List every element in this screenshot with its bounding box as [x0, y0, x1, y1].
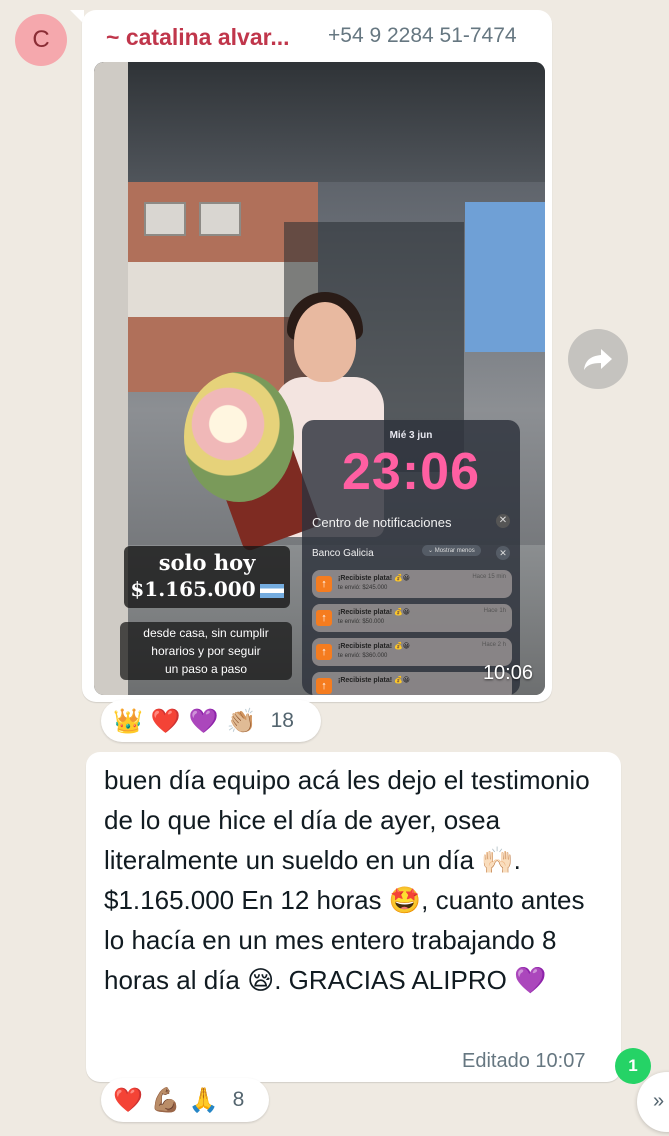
argentina-flag-icon: [259, 583, 284, 598]
bank-icon: ↑: [316, 678, 332, 694]
notification-body: te envió: $50.000: [338, 619, 385, 625]
close-icon: ✕: [496, 514, 510, 528]
promo-amount: $1.165.000: [124, 577, 290, 601]
purple-heart-emoji: 💜: [514, 965, 547, 995]
bank-app-name: Banco Galicia: [312, 548, 374, 559]
red-heart-emoji: ❤️: [113, 1086, 143, 1114]
promo-subtitle-line: un paso a paso: [164, 662, 248, 676]
message-image[interactable]: Mié 3 jun 23:06 Centro de notificaciones…: [94, 62, 545, 695]
photo-sky: [465, 202, 545, 352]
lockscreen-overlay: Mié 3 jun 23:06 Centro de notificaciones…: [302, 420, 520, 695]
photo-window: [144, 202, 186, 236]
avatar[interactable]: C: [15, 14, 67, 66]
notification-title: ¡Recibiste plata! 💰😀: [338, 677, 411, 684]
bank-icon: ↑: [316, 576, 332, 592]
notification-time: Hace 2 h: [481, 642, 506, 648]
forward-button[interactable]: [568, 329, 628, 389]
double-chevron-down-icon: »: [653, 1090, 665, 1112]
bank-notification: ↑ ¡Recibiste plata! 💰😀 te envió: $50.000…: [312, 604, 512, 632]
promo-subtitle-line: horarios y por seguir: [151, 644, 261, 658]
promo-title-overlay: solo hoy $1.165.000: [124, 546, 290, 608]
reactions-bar[interactable]: ❤️ 💪🏽 🙏 8: [101, 1078, 269, 1122]
crown-emoji: 👑: [113, 707, 143, 735]
notification-center-title: Centro de notificaciones: [312, 515, 452, 530]
reactions-bar[interactable]: 👑 ❤️ 💜 👏🏼 18: [101, 700, 321, 742]
unread-count-badge: 1: [615, 1048, 651, 1084]
notification-body: te envió: $360.000: [338, 653, 388, 659]
edited-timestamp: Editado 10:07: [462, 1050, 586, 1072]
notification-title: ¡Recibiste plata! 💰😀: [338, 609, 411, 616]
sleepy-face-emoji: 😪: [247, 965, 275, 995]
bank-icon: ↑: [316, 610, 332, 626]
photo-window: [199, 202, 241, 236]
bank-icon: ↑: [316, 644, 332, 660]
clapping-hands-emoji: 👏🏼: [226, 707, 257, 735]
reaction-count: 18: [270, 709, 294, 732]
bank-notification: ↑ ¡Recibiste plata! 💰😀 te envió: $245.00…: [312, 570, 512, 598]
reaction-count: 8: [232, 1088, 245, 1111]
purple-heart-emoji: 💜: [188, 707, 219, 735]
show-less-pill: ⌄ Mostrar menos: [422, 545, 481, 556]
star-struck-emoji: 🤩: [388, 885, 422, 915]
photo-frame: [94, 62, 128, 695]
sender-phone: +54 9 2284 51-7474: [328, 24, 517, 47]
forward-icon: [584, 349, 612, 370]
notification-title: ¡Recibiste plata! 💰😀: [338, 643, 411, 650]
sender-name[interactable]: ~ catalina alvar...: [106, 24, 289, 51]
photo-ceiling: [94, 62, 545, 182]
lockscreen-time: 23:06: [342, 443, 480, 501]
image-message-bubble[interactable]: ~ catalina alvar... +54 9 2284 51-7474 M…: [82, 10, 552, 702]
photo-flowers: [184, 372, 294, 502]
photo-person-face: [294, 302, 356, 382]
notification-title: ¡Recibiste plata! 💰😀: [338, 575, 411, 582]
image-timestamp: 10:06: [482, 662, 533, 684]
text-message-bubble[interactable]: buen día equipo acá les dejo el testimon…: [86, 752, 621, 1082]
lockscreen-date: Mié 3 jun: [389, 430, 433, 441]
folded-hands-emoji: 🙏: [188, 1086, 219, 1114]
red-heart-emoji: ❤️: [150, 707, 181, 735]
flexed-biceps-emoji: 💪🏽: [150, 1086, 181, 1114]
message-text: buen día equipo acá les dejo el testimon…: [104, 765, 590, 995]
raising-hands-emoji: 🙌🏻: [481, 845, 514, 875]
promo-title-line1: solo hoy: [158, 550, 256, 575]
notification-time: Hace 15 min: [472, 574, 506, 580]
avatar-initial: C: [32, 26, 50, 53]
promo-subtitle-overlay: desde casa, sin cumplir horarios y por s…: [120, 622, 292, 680]
notification-body: te envió: $245.000: [338, 585, 388, 591]
close-icon: ✕: [496, 546, 510, 560]
promo-subtitle-line: desde casa, sin cumplir: [143, 626, 269, 640]
notification-time: Hace 1h: [483, 608, 506, 614]
